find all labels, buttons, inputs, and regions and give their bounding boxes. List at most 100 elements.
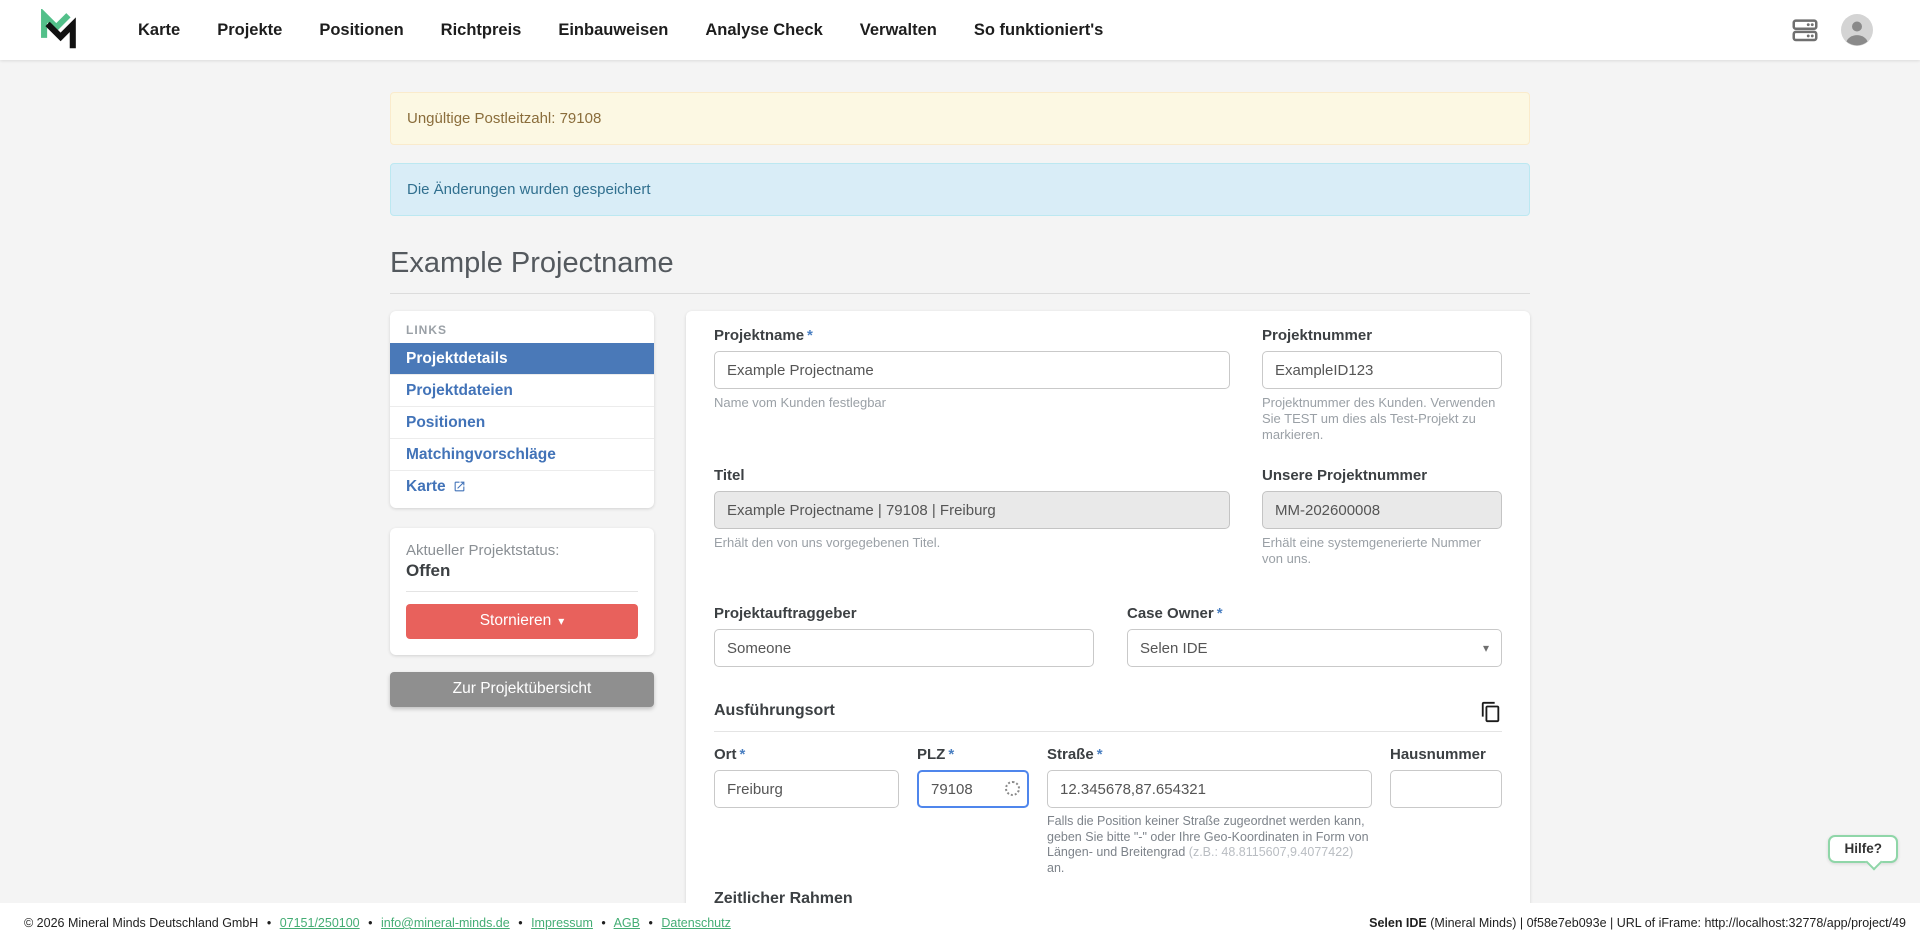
status-value: Offen	[406, 561, 638, 581]
app-root: Karte Projekte Positionen Richtpreis Ein…	[0, 0, 1920, 943]
server-icon[interactable]	[1790, 15, 1820, 45]
brand-logo[interactable]	[38, 8, 78, 52]
footer-copyright: © 2026 Mineral Minds Deutschland GmbH	[24, 916, 258, 930]
footer: © 2026 Mineral Minds Deutschland GmbH • …	[0, 903, 1920, 943]
required-marker: *	[807, 327, 813, 344]
titel-label: Titel	[714, 467, 1230, 485]
nav-item-verwalten[interactable]: Verwalten	[860, 21, 937, 40]
plz-label: PLZ*	[917, 746, 1029, 764]
ausfuehrungsort-heading: Ausführungsort	[714, 701, 835, 721]
strasse-helper: Falls die Position keiner Straße zugeord…	[1047, 814, 1372, 876]
field-titel: Titel Erhält den von uns vorgegebenen Ti…	[714, 467, 1230, 551]
projektnummer-input[interactable]	[1262, 351, 1502, 389]
footer-datenschutz-link[interactable]: Datenschutz	[661, 916, 730, 930]
info-alert-text: Die Änderungen wurden gespeichert	[407, 181, 651, 198]
field-unsere-projektnummer: Unsere Projektnummer Erhält eine systemg…	[1262, 467, 1502, 567]
projektname-label: Projektname*	[714, 327, 1230, 345]
nav-item-so-funktionierts[interactable]: So funktioniert's	[974, 21, 1104, 40]
strasse-helper-example: (z.B.: 48.8115607,9.4077422)	[1189, 845, 1353, 859]
hausnummer-input[interactable]	[1390, 770, 1502, 808]
case-owner-selected-value: Selen IDE	[1140, 640, 1208, 657]
zeitlicher-rahmen-heading: Zeitlicher Rahmen	[714, 890, 1502, 903]
field-case-owner: Case Owner* Selen IDE ▾	[1127, 605, 1502, 667]
status-card: Aktueller Projektstatus: Offen Storniere…	[390, 528, 654, 655]
field-ort: Ort*	[714, 746, 899, 808]
project-details-form: Projektname* Name vom Kunden festlegbar …	[686, 311, 1530, 903]
user-avatar-icon[interactable]	[1840, 13, 1874, 47]
nav-item-positionen[interactable]: Positionen	[319, 21, 403, 40]
required-marker: *	[948, 746, 954, 763]
hausnummer-label: Hausnummer	[1390, 746, 1502, 764]
warning-alert: Ungültige Postleitzahl: 79108	[390, 92, 1530, 145]
case-owner-select[interactable]: Selen IDE ▾	[1127, 629, 1502, 667]
footer-impressum-link[interactable]: Impressum	[531, 916, 593, 930]
cancel-project-button[interactable]: Stornieren ▾	[406, 604, 638, 639]
required-marker: *	[740, 746, 746, 763]
projektname-input[interactable]	[714, 351, 1230, 389]
top-nav-bar: Karte Projekte Positionen Richtpreis Ein…	[0, 0, 1920, 60]
strasse-label: Straße*	[1047, 746, 1372, 764]
cancel-project-button-label: Stornieren	[480, 612, 552, 629]
field-plz: PLZ*	[917, 746, 1029, 808]
sidebar-item-positionen[interactable]: Positionen	[390, 406, 654, 438]
nav-item-karte[interactable]: Karte	[138, 21, 180, 40]
status-label: Aktueller Projektstatus:	[406, 542, 638, 559]
titel-helper: Erhält den von uns vorgegebenen Titel.	[714, 535, 1230, 551]
field-hausnummer: Hausnummer	[1390, 746, 1502, 808]
project-overview-button[interactable]: Zur Projektübersicht	[390, 672, 654, 707]
strasse-input[interactable]	[1047, 770, 1372, 808]
copy-icon[interactable]	[1480, 701, 1502, 723]
links-card: LINKS Projektdetails Projektdateien Posi…	[390, 311, 654, 508]
case-owner-label: Case Owner*	[1127, 605, 1502, 623]
projektnummer-helper: Projektnummer des Kunden. Verwenden Sie …	[1262, 395, 1502, 443]
brand-logo-icon	[38, 9, 78, 51]
sidebar-item-projektdateien[interactable]: Projektdateien	[390, 374, 654, 406]
titel-input	[714, 491, 1230, 529]
links-card-header: LINKS	[390, 311, 654, 343]
footer-email-link[interactable]: info@mineral-minds.de	[381, 916, 510, 930]
field-projektnummer: Projektnummer Projektnummer des Kunden. …	[1262, 327, 1502, 443]
projektauftraggeber-label: Projektauftraggeber	[714, 605, 1094, 623]
field-projektname: Projektname* Name vom Kunden festlegbar	[714, 327, 1230, 411]
sidebar-item-karte-label: Karte	[406, 477, 446, 496]
info-alert: Die Änderungen wurden gespeichert	[390, 163, 1530, 216]
field-strasse: Straße* Falls die Position keiner Straße…	[1047, 746, 1372, 876]
footer-right: Selen IDE (Mineral Minds) | 0f58e7eb093e…	[1369, 916, 1906, 930]
footer-phone-link[interactable]: 07151/250100	[280, 916, 360, 930]
main-scroll-area: Ungültige Postleitzahl: 79108 Die Änderu…	[0, 60, 1920, 903]
sidebar-item-projektdetails[interactable]: Projektdetails	[390, 343, 654, 374]
required-marker: *	[1217, 605, 1223, 622]
sidebar-item-karte[interactable]: Karte	[390, 470, 654, 502]
footer-user: Selen IDE	[1369, 916, 1427, 930]
loading-spinner-icon	[1005, 781, 1020, 796]
projektnummer-label: Projektnummer	[1262, 327, 1502, 345]
main-nav: Karte Projekte Positionen Richtpreis Ein…	[138, 21, 1103, 40]
chevron-down-icon: ▾	[1483, 641, 1489, 655]
field-projektauftraggeber: Projektauftraggeber	[714, 605, 1094, 667]
ausfuehrungsort-divider	[714, 731, 1502, 732]
page-title: Example Projectname	[390, 246, 1530, 280]
projektname-helper: Name vom Kunden festlegbar	[714, 395, 1230, 411]
unsere-projektnummer-label: Unsere Projektnummer	[1262, 467, 1502, 485]
nav-item-projekte[interactable]: Projekte	[217, 21, 282, 40]
footer-left: © 2026 Mineral Minds Deutschland GmbH • …	[24, 916, 731, 930]
header-actions	[1790, 13, 1874, 47]
external-link-icon	[453, 480, 466, 493]
caret-down-icon: ▾	[558, 614, 564, 628]
nav-item-richtpreis[interactable]: Richtpreis	[441, 21, 522, 40]
unsere-projektnummer-helper: Erhält eine systemgenerierte Nummer von …	[1262, 535, 1502, 567]
sidebar-item-matchingvorschlaege[interactable]: Matchingvorschläge	[390, 438, 654, 470]
left-sidebar: LINKS Projektdetails Projektdateien Posi…	[390, 311, 654, 707]
help-button[interactable]: Hilfe?	[1828, 835, 1898, 863]
projektauftraggeber-input[interactable]	[714, 629, 1094, 667]
warning-alert-text: Ungültige Postleitzahl: 79108	[407, 110, 601, 127]
nav-item-analyse-check[interactable]: Analyse Check	[705, 21, 822, 40]
title-divider	[390, 293, 1530, 294]
unsere-projektnummer-input	[1262, 491, 1502, 529]
ort-input[interactable]	[714, 770, 899, 808]
footer-meta: (Mineral Minds) | 0f58e7eb093e | URL of …	[1427, 916, 1906, 930]
nav-item-einbauweisen[interactable]: Einbauweisen	[558, 21, 668, 40]
footer-agb-link[interactable]: AGB	[614, 916, 640, 930]
ort-label: Ort*	[714, 746, 899, 764]
required-marker: *	[1097, 746, 1103, 763]
